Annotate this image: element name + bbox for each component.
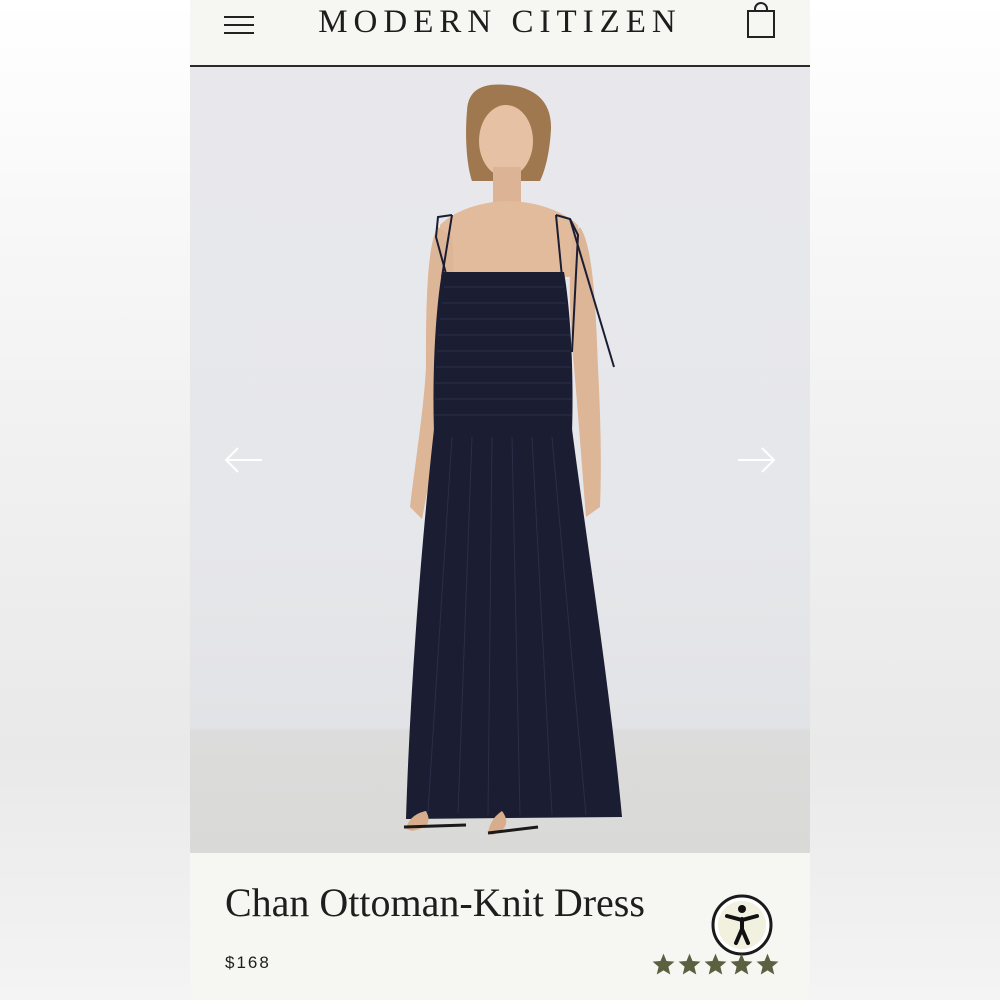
shopping-bag-icon[interactable]	[746, 2, 776, 38]
product-image	[190, 67, 810, 853]
product-title: Chan Ottoman-Knit Dress	[225, 880, 645, 925]
product-price: $168	[225, 953, 271, 972]
accessibility-icon[interactable]	[711, 894, 773, 956]
model-photo	[403, 84, 622, 835]
star-icon	[756, 953, 779, 974]
hamburger-menu-icon[interactable]	[224, 12, 254, 36]
brand-logo[interactable]: MODERN CITIZEN	[270, 4, 730, 41]
star-icon	[704, 953, 727, 974]
arrow-right-icon[interactable]	[734, 443, 778, 477]
star-icon	[730, 953, 753, 974]
product-page: MODERN CITIZEN Chan Ottoman-Knit Dress $…	[190, 0, 810, 1000]
product-info: Chan Ottoman-Knit Dress $168	[190, 853, 810, 1000]
site-header: MODERN CITIZEN	[190, 0, 810, 66]
rating-stars	[651, 949, 781, 979]
star-icon	[652, 953, 675, 974]
right-backdrop	[810, 0, 1000, 1000]
star-icon	[678, 953, 701, 974]
arrow-left-icon[interactable]	[222, 443, 266, 477]
left-backdrop	[0, 0, 190, 1000]
